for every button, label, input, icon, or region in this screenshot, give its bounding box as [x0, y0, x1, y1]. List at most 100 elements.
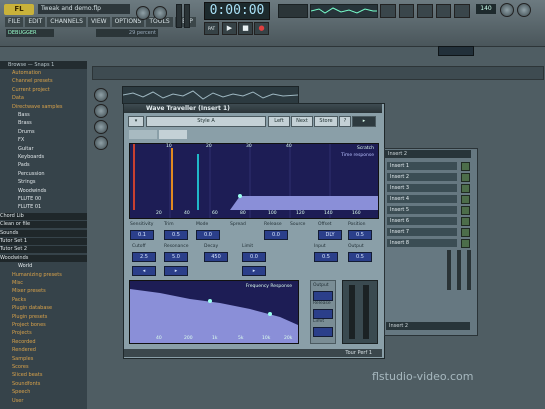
side-value[interactable]: [313, 309, 333, 319]
app-logo[interactable]: FL: [4, 4, 34, 15]
browser-item[interactable]: Drums: [0, 129, 87, 136]
snap-selector[interactable]: [438, 46, 474, 56]
browser-item[interactable]: Samples: [0, 356, 87, 363]
channel-pan-knob[interactable]: [94, 104, 108, 118]
eq-point[interactable]: [268, 312, 272, 316]
browser-item[interactable]: Woodwinds: [0, 254, 87, 262]
tab-graph[interactable]: [159, 130, 187, 139]
mixer-footer[interactable]: Insert 2: [386, 322, 470, 330]
browser-item[interactable]: FLUTE 00: [0, 196, 87, 203]
side-value[interactable]: [313, 291, 333, 301]
help-button[interactable]: ?: [339, 116, 351, 127]
channel-pan-knob[interactable]: [94, 88, 108, 102]
browser-item[interactable]: World: [0, 263, 87, 270]
release-value[interactable]: 0.0: [264, 230, 288, 240]
browser-item[interactable]: Scores: [0, 364, 87, 371]
browser-item[interactable]: Rendered: [0, 347, 87, 354]
envelope-point[interactable]: [238, 194, 242, 198]
input-value[interactable]: 0.5: [314, 252, 338, 262]
playlist-audio-clip[interactable]: [122, 86, 299, 104]
mode-value[interactable]: 0.0: [196, 230, 220, 240]
browser-item[interactable]: Channel presets: [0, 78, 87, 85]
cutoff-mode-button[interactable]: ◂: [132, 266, 156, 276]
master-volume-slider[interactable]: [176, 4, 182, 28]
plugin-title[interactable]: Wave Traveller (Insert 1): [124, 104, 382, 113]
cutoff-value[interactable]: 2.5: [132, 252, 156, 262]
browser-item[interactable]: Pads: [0, 162, 87, 169]
piano-roll-icon[interactable]: [417, 4, 433, 18]
browser-item[interactable]: Projects: [0, 330, 87, 337]
channel-pan-knob[interactable]: [94, 136, 108, 150]
mixer-slot-toggle[interactable]: [461, 195, 470, 204]
browser-item[interactable]: User: [0, 398, 87, 405]
browser-item[interactable]: Soundfonts: [0, 381, 87, 388]
resonance-mode-button[interactable]: ▸: [164, 266, 188, 276]
mixer-insert-row[interactable]: Insert 1: [387, 162, 457, 170]
mixer-insert-row[interactable]: Insert 6: [387, 217, 457, 225]
mixer-slot-toggle[interactable]: [461, 228, 470, 237]
sensitivity-value[interactable]: 0.1: [130, 230, 154, 240]
playlist-window-icon[interactable]: [380, 4, 396, 18]
main-pitch-knob[interactable]: [153, 6, 167, 20]
store-preset-button[interactable]: Store: [314, 116, 338, 127]
menu-file[interactable]: FILE: [5, 17, 24, 27]
mixer-insert-row[interactable]: Insert 3: [387, 184, 457, 192]
browser-item[interactable]: Keyboards: [0, 154, 87, 161]
mixer-insert-row[interactable]: Insert 8: [387, 239, 457, 247]
mixer-fader[interactable]: [467, 250, 471, 290]
mixer-insert-row[interactable]: Insert 5: [387, 206, 457, 214]
eq-point[interactable]: [208, 299, 212, 303]
browser-item[interactable]: FX: [0, 137, 87, 144]
side-value[interactable]: [313, 327, 333, 337]
browser-item[interactable]: Percussion: [0, 171, 87, 178]
browser-item[interactable]: Bass: [0, 112, 87, 119]
plugin-menu-button[interactable]: ▾: [128, 116, 144, 127]
browser-item[interactable]: Brass: [0, 120, 87, 127]
prev-preset-button[interactable]: Left: [268, 116, 290, 127]
browser-item[interactable]: Clean or file: [0, 221, 87, 229]
mixer-window-icon[interactable]: [454, 4, 470, 18]
mixer-insert-row[interactable]: Insert 4: [387, 195, 457, 203]
browser-item[interactable]: Humanizing presets: [0, 272, 87, 279]
output-value[interactable]: 0.5: [348, 252, 372, 262]
browser-item[interactable]: Tutor Set 2: [0, 246, 87, 254]
browser-item[interactable]: Data: [0, 95, 87, 102]
main-volume-knob[interactable]: [136, 6, 150, 20]
limit-mode-button[interactable]: ▸: [242, 266, 266, 276]
mixer-slot-toggle[interactable]: [461, 162, 470, 171]
menu-view[interactable]: VIEW: [87, 17, 110, 27]
swing-knob[interactable]: [517, 3, 531, 17]
browser-item[interactable]: Chord Lib: [0, 212, 87, 220]
browser-item[interactable]: Mixer presets: [0, 288, 87, 295]
browser-item[interactable]: Misc: [0, 280, 87, 287]
mixer-insert-row[interactable]: Insert 2: [387, 173, 457, 181]
browser-item[interactable]: Plugin presets: [0, 314, 87, 321]
browser-item[interactable]: Project bones: [0, 322, 87, 329]
song-position-clock[interactable]: 0:00:00: [204, 2, 270, 20]
limit-value[interactable]: 0.0: [242, 252, 266, 262]
menu-channels[interactable]: CHANNELS: [47, 17, 86, 27]
plugin-options-button[interactable]: ▸: [352, 116, 376, 127]
mixer-slot-toggle[interactable]: [461, 217, 470, 226]
browser-item[interactable]: Recorded: [0, 339, 87, 346]
browser-item[interactable]: Strings: [0, 179, 87, 186]
browser-item[interactable]: Sounds: [0, 229, 87, 237]
browser-item[interactable]: Speech: [0, 389, 87, 396]
browser-item[interactable]: Automation: [0, 70, 87, 77]
browser-item[interactable]: Plugin database: [0, 305, 87, 312]
envelope-graph[interactable]: Scratch Time response 10 20 30 40 20 40 …: [129, 143, 379, 219]
tempo-display[interactable]: 140: [476, 4, 496, 14]
tempo-knob[interactable]: [500, 3, 514, 17]
channel-pan-knob[interactable]: [94, 120, 108, 134]
trim-value[interactable]: 0.5: [164, 230, 188, 240]
resonance-value[interactable]: 5.0: [164, 252, 188, 262]
pattern-mode-button[interactable]: PAT: [204, 22, 219, 35]
record-button[interactable]: ●: [254, 22, 269, 35]
mixer-fader[interactable]: [457, 250, 461, 290]
browser-window-icon[interactable]: [435, 4, 452, 18]
mixer-slot-toggle[interactable]: [461, 184, 470, 193]
decay-value[interactable]: 450: [204, 252, 228, 262]
play-button[interactable]: ▶: [222, 22, 237, 35]
mixer-header[interactable]: Insert 2: [385, 150, 471, 158]
mixer-slot-toggle[interactable]: [461, 239, 470, 248]
